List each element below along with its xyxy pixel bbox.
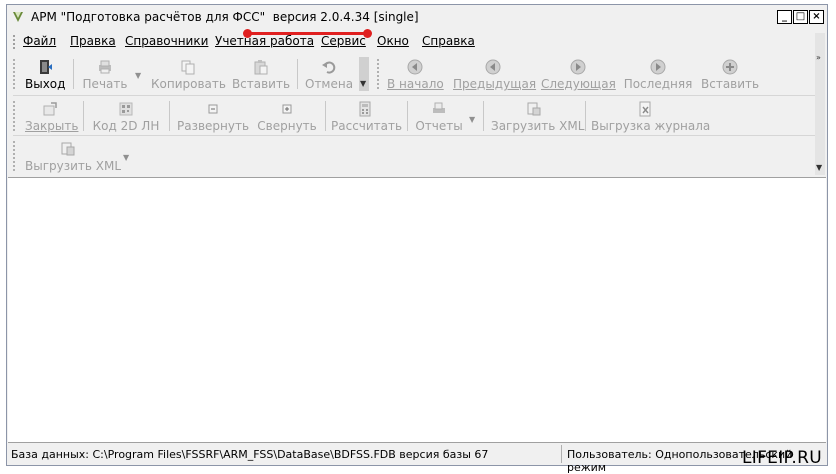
export-xml-dropdown-arrow[interactable]: ▼ — [123, 153, 129, 162]
calculate-button[interactable]: Рассчитать — [331, 101, 402, 133]
go-last-icon — [650, 59, 666, 75]
app-icon — [13, 12, 23, 22]
menu-directories[interactable]: Справочники — [125, 34, 208, 48]
menu-service[interactable]: Сервис — [321, 34, 366, 48]
go-next-icon — [570, 59, 586, 75]
collapse-icon — [282, 104, 292, 114]
toolbar-separator — [325, 101, 326, 131]
toolbar-separator — [407, 101, 408, 131]
go-first-icon — [407, 59, 423, 75]
next-record-button[interactable]: Следующая — [541, 59, 616, 91]
status-divider — [561, 445, 562, 463]
menu-edit[interactable]: Правка — [70, 34, 116, 48]
status-bar: База данных: C:\Program Files\FSSRF\ARM_… — [7, 443, 827, 474]
reports-button[interactable]: Отчеты — [415, 101, 463, 133]
printer-icon — [99, 60, 111, 74]
toolbar-chevron-icon[interactable]: » — [816, 53, 821, 62]
paste-icon — [254, 60, 268, 75]
toolbar-grip[interactable] — [13, 101, 18, 131]
undo-button[interactable]: Отмена — [305, 59, 353, 91]
menu-bar: Файл Правка Справочники Учетная работа С… — [7, 31, 827, 51]
menu-file[interactable]: Файл — [23, 34, 56, 48]
exit-button[interactable]: Выход — [25, 59, 65, 91]
toolbar-row-1: Выход Печать ▼ Копировать Вставить Отмен… — [11, 55, 819, 93]
export-log-icon — [639, 101, 651, 117]
toolbar-grip[interactable] — [377, 59, 382, 89]
toolbar-separator — [585, 101, 586, 131]
toolbar-separator — [169, 101, 170, 131]
code-2d-button[interactable]: Код 2D ЛН — [91, 101, 161, 133]
copy-icon — [181, 60, 195, 75]
insert-record-button[interactable]: Вставить — [701, 59, 759, 91]
mdi-client-area[interactable] — [8, 177, 826, 443]
toolbar-divider — [13, 95, 819, 96]
copy-button[interactable]: Копировать — [151, 59, 226, 91]
previous-record-button[interactable]: Предыдущая — [453, 59, 536, 91]
load-xml-icon — [527, 102, 541, 116]
toolbar-overflow[interactable]: ▼ — [359, 57, 369, 91]
toolbar-overflow-arrow-icon[interactable]: ▼ — [816, 163, 822, 172]
window-title: АРМ "Подготовка расчётов для ФСС" версия… — [31, 10, 419, 24]
title-bar: АРМ "Подготовка расчётов для ФСС" версия… — [7, 5, 827, 38]
undo-icon — [322, 61, 336, 74]
toolbar-separator — [73, 59, 74, 89]
barcode-icon — [119, 102, 133, 116]
calculator-icon — [359, 101, 371, 117]
menu-help[interactable]: Справка — [422, 34, 475, 48]
toolbar-separator — [83, 101, 84, 131]
menu-window[interactable]: Окно — [377, 34, 409, 48]
first-record-button[interactable]: В начало — [387, 59, 444, 91]
print-button[interactable]: Печать — [81, 59, 129, 91]
close-doc-icon — [43, 102, 57, 116]
reports-dropdown-arrow[interactable]: ▼ — [469, 115, 475, 124]
toolbar-grip[interactable] — [13, 59, 18, 89]
menu-accounting[interactable]: Учетная работа — [215, 34, 314, 48]
expand-button[interactable]: Развернуть — [177, 101, 249, 133]
exit-icon — [40, 60, 52, 74]
toolbar-row-2: Закрыть Код 2D ЛН Развернуть Свернуть Ра… — [11, 97, 819, 137]
close-button[interactable]: × — [809, 10, 824, 24]
watermark-text: LIFEIP.RU — [742, 448, 822, 468]
toolbar-grip[interactable] — [13, 141, 18, 171]
status-database: База данных: C:\Program Files\FSSRF\ARM_… — [11, 448, 489, 461]
export-xml-icon — [61, 142, 75, 156]
export-log-button[interactable]: Выгрузка журнала — [591, 101, 710, 133]
minimize-button[interactable]: _ — [777, 10, 792, 24]
toolbar-row-3: Выгрузить XML ▼ — [11, 137, 819, 175]
toolbar-overflow-strip[interactable]: » ▼ — [815, 33, 825, 175]
reports-printer-icon — [433, 102, 445, 113]
print-dropdown-arrow[interactable]: ▼ — [135, 71, 141, 80]
toolbar-separator — [297, 59, 298, 89]
toolbar-divider — [13, 135, 819, 136]
expand-icon — [208, 104, 218, 114]
close-doc-button[interactable]: Закрыть — [25, 101, 78, 133]
maximize-button[interactable]: □ — [793, 10, 808, 24]
main-window: АРМ "Подготовка расчётов для ФСС" версия… — [6, 4, 828, 474]
go-previous-icon — [485, 59, 501, 75]
export-xml-button[interactable]: Выгрузить XML — [25, 141, 121, 173]
collapse-button[interactable]: Свернуть — [255, 101, 319, 133]
insert-icon — [722, 59, 738, 75]
last-record-button[interactable]: Последняя — [621, 59, 695, 91]
menu-grip[interactable] — [13, 35, 18, 49]
paste-button[interactable]: Вставить — [231, 59, 291, 91]
toolbar-separator — [483, 101, 484, 131]
load-xml-button[interactable]: Загрузить XML — [491, 101, 584, 133]
